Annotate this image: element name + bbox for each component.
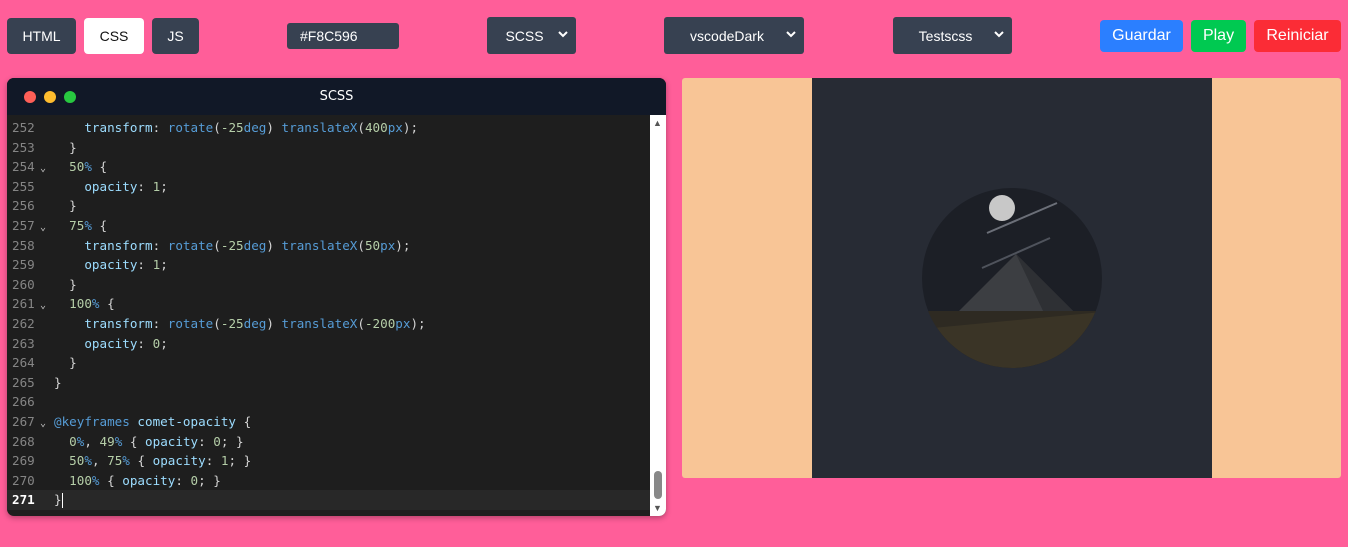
moon-icon: [989, 195, 1015, 221]
code-line[interactable]: 269 50%, 75% { opacity: 1; }: [7, 451, 650, 471]
code-text: transform: rotate(-25deg) translateX(400…: [84, 120, 419, 135]
line-number: 253: [12, 139, 35, 155]
code-text: }: [54, 355, 77, 371]
code-text: }: [54, 276, 77, 292]
save-button[interactable]: Guardar: [1100, 20, 1183, 52]
line-number: 256: [12, 198, 35, 214]
code-text: opacity: 1;: [84, 178, 168, 194]
code-line[interactable]: 263 opacity: 0;: [7, 334, 650, 354]
code-text: 75% {: [69, 218, 108, 233]
tab-css[interactable]: CSS: [84, 18, 144, 54]
play-button[interactable]: Play: [1191, 20, 1246, 52]
code-text: }: [54, 139, 77, 155]
code-line[interactable]: 254 ⌄ 50% {: [7, 157, 650, 177]
scroll-down-icon[interactable]: ▼: [653, 503, 662, 513]
line-number: 254: [12, 159, 35, 175]
code-line[interactable]: 266: [7, 392, 650, 412]
color-input[interactable]: #F8C596: [287, 23, 399, 49]
code-line[interactable]: 258 transform: rotate(-25deg) translateX…: [7, 236, 650, 256]
line-number: 264: [12, 355, 35, 371]
code-line[interactable]: 264 }: [7, 353, 650, 373]
preview-canvas: [812, 78, 1212, 478]
line-number: 259: [12, 257, 35, 273]
code-text: opacity: 0;: [84, 335, 168, 351]
code-line[interactable]: 259 opacity: 1;: [7, 255, 650, 275]
code-text: }: [54, 492, 63, 509]
line-number: 268: [12, 433, 35, 449]
line-number: 265: [12, 374, 35, 390]
code-line[interactable]: 256 }: [7, 196, 650, 216]
code-text: 50% {: [69, 159, 108, 175]
line-number: 258: [12, 237, 35, 253]
line-number: 255: [12, 178, 35, 194]
code-text: 100% {: [69, 296, 115, 312]
code-text: 100% { opacity: 0; }: [69, 472, 221, 488]
code-line[interactable]: 265}: [7, 373, 650, 393]
line-number: 270: [12, 472, 35, 488]
line-number: 267: [12, 414, 35, 429]
code-line[interactable]: 253 }: [7, 138, 650, 158]
editor-title: SCSS: [319, 89, 354, 104]
theme-value: vscodeDark: [690, 27, 764, 44]
line-number: 252: [12, 120, 35, 135]
chevron-down-icon: [558, 31, 568, 38]
code-text: opacity: 1;: [84, 257, 168, 273]
code-line[interactable]: 261 ⌄ 100% {: [7, 294, 650, 314]
scroll-up-icon[interactable]: ▲: [653, 118, 662, 128]
code-line[interactable]: 267 ⌄ @keyframes comet-opacity {: [7, 412, 650, 432]
text-cursor: [61, 493, 63, 509]
code-line[interactable]: 255 opacity: 1;: [7, 177, 650, 197]
scroll-thumb[interactable]: [654, 471, 662, 499]
line-number: 260: [12, 276, 35, 292]
line-number: 262: [12, 316, 35, 331]
close-dot-icon[interactable]: [24, 91, 36, 103]
code-line[interactable]: 271}: [7, 490, 650, 510]
code-line[interactable]: 268 0%, 49% { opacity: 0; }: [7, 432, 650, 452]
code-text: }: [54, 374, 62, 390]
code-editor: SCSS 252 transform: rotate(-25deg) trans…: [7, 78, 666, 516]
theme-select[interactable]: vscodeDark: [664, 17, 804, 54]
line-number: 263: [12, 335, 35, 351]
editor-titlebar: SCSS: [7, 78, 666, 115]
tab-js[interactable]: JS: [152, 18, 199, 54]
code-text: 0%, 49% { opacity: 0; }: [69, 433, 244, 449]
code-text: 50%, 75% { opacity: 1; }: [69, 453, 252, 469]
line-number: 261: [12, 296, 35, 312]
code-area[interactable]: 252 transform: rotate(-25deg) translateX…: [7, 115, 650, 516]
line-number: 269: [12, 453, 35, 469]
code-line[interactable]: 260 }: [7, 275, 650, 295]
code-text: @keyframes comet-opacity {: [54, 414, 252, 429]
preview-pane: [682, 78, 1341, 478]
code-text: transform: rotate(-25deg) translateX(-20…: [84, 316, 426, 331]
preprocessor-select[interactable]: SCSS: [487, 17, 576, 54]
chevron-down-icon: [994, 31, 1004, 38]
night-scene-illustration: [922, 188, 1102, 368]
code-line[interactable]: 262 transform: rotate(-25deg) translateX…: [7, 314, 650, 334]
code-line[interactable]: 257 ⌄ 75% {: [7, 216, 650, 236]
line-number: 271: [12, 492, 35, 508]
line-number: 266: [12, 394, 35, 410]
preprocessor-value: SCSS: [505, 27, 544, 44]
project-value: Testscss: [918, 27, 973, 44]
minimize-dot-icon[interactable]: [44, 91, 56, 103]
editor-scrollbar[interactable]: ▲ ▼: [650, 115, 666, 516]
code-line[interactable]: 270 100% { opacity: 0; }: [7, 471, 650, 491]
project-select[interactable]: Testscss: [893, 17, 1012, 54]
line-number: 257: [12, 218, 35, 233]
code-line[interactable]: 252 transform: rotate(-25deg) translateX…: [7, 118, 650, 138]
tab-html[interactable]: HTML: [7, 18, 76, 54]
reset-button[interactable]: Reiniciar: [1254, 20, 1341, 52]
maximize-dot-icon[interactable]: [64, 91, 76, 103]
chevron-down-icon: [786, 31, 796, 38]
code-text: transform: rotate(-25deg) translateX(50p…: [84, 237, 411, 253]
code-text: }: [54, 198, 77, 214]
